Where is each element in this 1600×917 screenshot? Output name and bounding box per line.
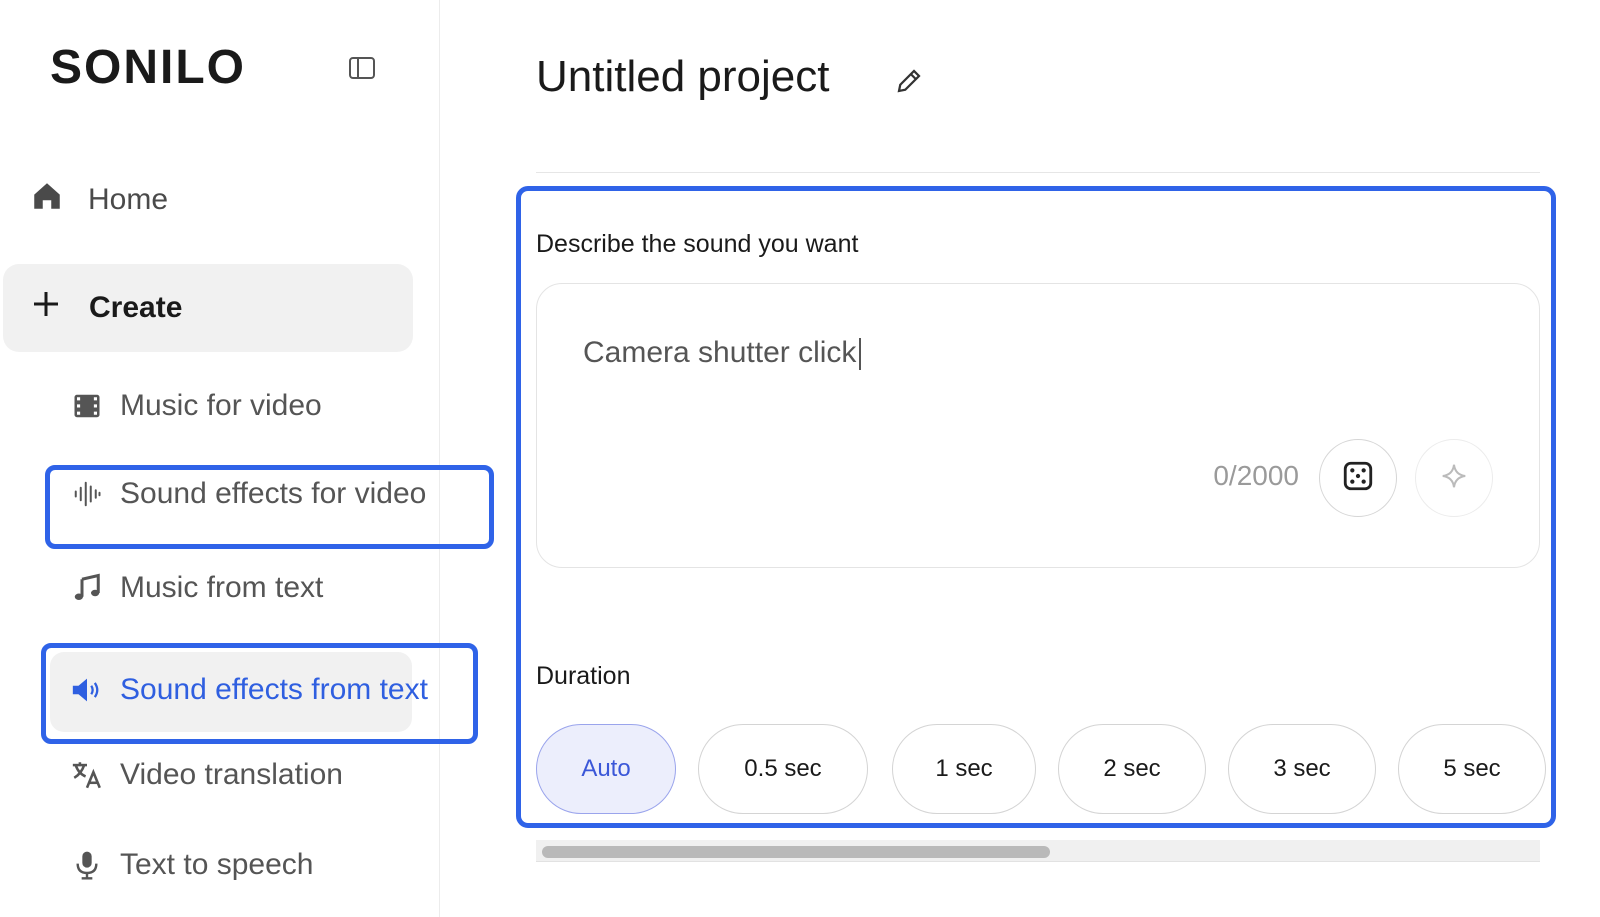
film-icon	[70, 389, 104, 423]
duration-option-2-sec[interactable]: 2 sec	[1058, 724, 1206, 814]
home-icon	[30, 179, 64, 221]
duration-option-1-sec[interactable]: 1 sec	[892, 724, 1036, 814]
sidebar-item-label: Text to speech	[120, 848, 314, 881]
dice-icon	[1341, 459, 1375, 498]
duration-option-auto[interactable]: Auto	[536, 724, 676, 814]
waveform-icon	[70, 477, 104, 511]
prompt-input[interactable]: Camera shutter click 0/2000	[536, 283, 1540, 568]
brand-logo: SONILO	[50, 41, 247, 94]
speaker-icon	[70, 673, 104, 707]
sidebar-item-label: Sound effects for video	[120, 477, 427, 510]
header-divider	[536, 172, 1540, 173]
char-count: 0/2000	[1213, 460, 1299, 491]
nav-home[interactable]: Home	[30, 178, 168, 222]
sidebar-item-label: Music for video	[120, 389, 322, 422]
enhance-prompt-button[interactable]	[1415, 439, 1493, 517]
edit-title-button[interactable]	[892, 66, 926, 100]
music-note-icon	[70, 571, 104, 605]
sidebar-item-music-from-text[interactable]: Music from text	[70, 563, 323, 613]
sparkle-icon	[1439, 461, 1469, 496]
sidebar-item-label: Sound effects from text	[120, 673, 428, 706]
nav-home-label: Home	[88, 183, 169, 216]
nav-create[interactable]: Create	[3, 264, 413, 352]
sidebar-item-video-translation[interactable]: Video translation	[70, 750, 343, 800]
nav-create-label: Create	[89, 291, 183, 324]
scrollbar-thumb[interactable]	[542, 846, 1050, 858]
translate-icon	[70, 758, 104, 792]
sidebar-item-sound-effects-for-video[interactable]: Sound effects for video	[70, 469, 426, 519]
prompt-label: Describe the sound you want	[536, 230, 859, 258]
random-prompt-button[interactable]	[1319, 439, 1397, 517]
sidebar-item-music-for-video[interactable]: Music for video	[70, 381, 322, 431]
project-title: Untitled project	[536, 52, 830, 101]
duration-option-3-sec[interactable]: 3 sec	[1228, 724, 1376, 814]
microphone-icon	[70, 848, 104, 882]
sidebar-toggle-icon	[348, 56, 376, 85]
pencil-icon	[894, 66, 924, 101]
app-window: SONILO Home Create Music for video Sound…	[0, 0, 1600, 917]
sidebar-item-sound-effects-from-text[interactable]: Sound effects from text	[70, 665, 428, 715]
sidebar-toggle-button[interactable]	[348, 56, 376, 85]
plus-icon	[31, 289, 61, 327]
sidebar-item-label: Music from text	[120, 571, 324, 604]
horizontal-scrollbar[interactable]	[536, 840, 1540, 862]
duration-option-0-5-sec[interactable]: 0.5 sec	[698, 724, 868, 814]
sidebar-item-label: Video translation	[120, 758, 343, 791]
duration-label: Duration	[536, 662, 631, 690]
duration-option-5-sec[interactable]: 5 sec	[1398, 724, 1546, 814]
sidebar-item-text-to-speech[interactable]: Text to speech	[70, 840, 313, 890]
sidebar: SONILO Home Create Music for video Sound…	[0, 0, 494, 917]
prompt-text[interactable]: Camera shutter click	[583, 336, 861, 370]
